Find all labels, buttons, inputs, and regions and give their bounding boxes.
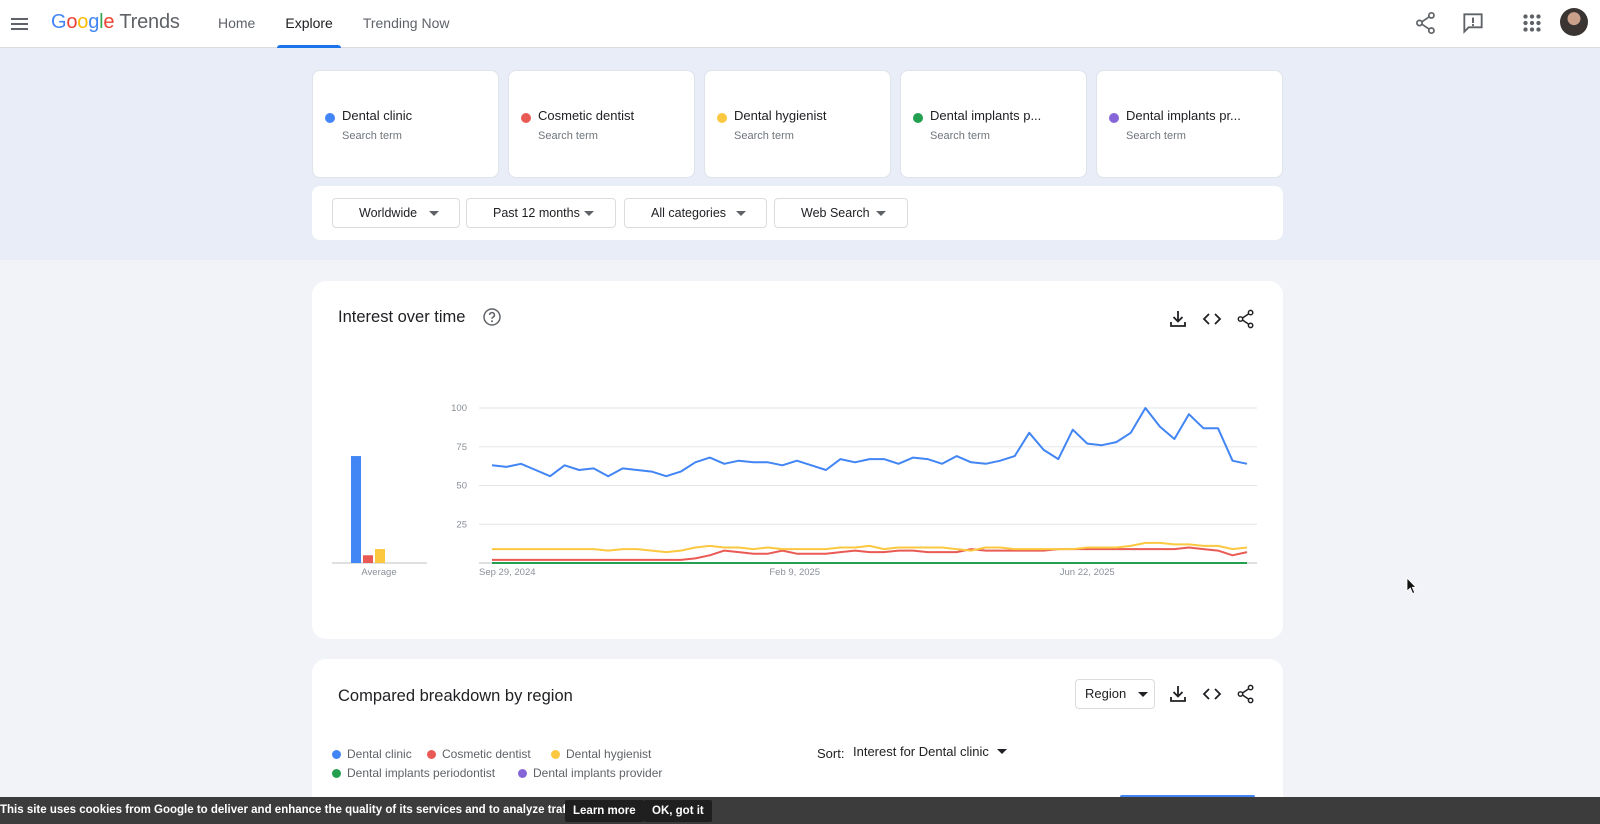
term-type: Search term	[930, 130, 990, 142]
x-tick-label: Feb 9, 2025	[769, 567, 820, 578]
term-type: Search term	[538, 130, 598, 142]
caret-down-icon	[429, 211, 439, 216]
download-icon[interactable]	[1167, 683, 1189, 705]
caret-down-icon	[736, 211, 746, 216]
search-property-filter[interactable]: Web Search	[774, 198, 908, 228]
tab-home[interactable]: Home	[210, 0, 263, 48]
region-breakdown-title: Compared breakdown by region	[338, 687, 573, 705]
average-bar-cosmetic-dentist	[363, 555, 373, 563]
feedback-icon[interactable]	[1460, 10, 1486, 36]
top-bar: Google Trends Home Explore Trending Now	[0, 0, 1600, 48]
caret-down-icon	[584, 211, 594, 216]
legend-item-dental-hygienist: Dental hygienist	[551, 747, 651, 761]
y-tick-label: 75	[456, 442, 467, 453]
legend-label: Dental hygienist	[566, 747, 652, 761]
term-name: Dental clinic	[342, 108, 413, 123]
term-color-dot	[717, 113, 727, 123]
legend-dot	[332, 769, 341, 778]
caret-down-icon	[1138, 692, 1148, 697]
legend-dot	[551, 750, 560, 759]
legend-dot	[332, 750, 341, 759]
term-type: Search term	[734, 130, 794, 142]
legend-label: Dental clinic	[347, 747, 412, 761]
legend-item-dental-implants-provider: Dental implants provider	[518, 766, 662, 780]
category-filter[interactable]: All categories	[624, 198, 767, 228]
chart-grid	[479, 407, 1257, 564]
term-color-dot	[1109, 113, 1119, 123]
caret-down-icon	[996, 749, 1007, 754]
mouse-cursor-icon	[1406, 577, 1417, 595]
sort-select-label: Interest for Dental clinic	[853, 744, 989, 759]
share-icon[interactable]	[1235, 683, 1257, 705]
hamburger-menu-icon[interactable]	[8, 12, 32, 36]
term-color-dot	[521, 113, 531, 123]
interest-over-time-chart: 100 75 50 25 Sep 29, 2024 Feb 9, 2025 Jun 22, …	[332, 403, 1257, 578]
tab-trending-now[interactable]: Trending Now	[355, 0, 458, 48]
legend-dot	[518, 769, 527, 778]
term-name: Dental implants p...	[930, 108, 1042, 123]
series-line-dental-hygienist	[492, 541, 1248, 554]
location-filter[interactable]: Worldwide	[332, 198, 460, 228]
term-card-dental-clinic[interactable]: Dental clinic Search term	[312, 70, 499, 178]
avatar[interactable]	[1560, 8, 1588, 36]
average-bar-dental-clinic	[351, 456, 361, 563]
google-trends-logo[interactable]: Google Trends	[51, 11, 180, 34]
sort-select[interactable]: Interest for Dental clinic	[853, 744, 1011, 759]
term-card-dental-implants-periodontist[interactable]: Dental implants p... Search term	[900, 70, 1087, 178]
main-nav: Home Explore Trending Now	[210, 0, 471, 48]
y-tick-label: 25	[456, 519, 467, 530]
caret-down-icon	[876, 211, 886, 216]
share-icon[interactable]	[1413, 10, 1439, 36]
sort-label: Sort:	[817, 746, 845, 761]
term-card-cosmetic-dentist[interactable]: Cosmetic dentist Search term	[508, 70, 695, 178]
average-bar-dental-hygienist	[375, 549, 385, 563]
region-resolution-label: Region	[1085, 686, 1127, 701]
average-bars	[332, 456, 427, 564]
legend-item-cosmetic-dentist: Cosmetic dentist	[427, 747, 531, 761]
ok-got-it-button[interactable]: OK, got it	[644, 800, 712, 822]
y-tick-label: 50	[456, 481, 467, 492]
term-type: Search term	[342, 130, 402, 142]
term-color-dot	[325, 113, 335, 123]
location-filter-label: Worldwide	[359, 206, 418, 220]
interest-over-time-card: Interest over time 100 75 50 25 Sep 29, 2024…	[312, 281, 1283, 639]
category-filter-label: All categories	[651, 206, 727, 220]
term-type: Search term	[1126, 130, 1186, 142]
learn-more-button[interactable]: Learn more	[565, 800, 644, 822]
tab-explore[interactable]: Explore	[277, 0, 342, 48]
term-card-dental-hygienist[interactable]: Dental hygienist Search term	[704, 70, 891, 178]
apps-grid-icon[interactable]	[1519, 10, 1545, 36]
term-name: Dental implants pr...	[1126, 108, 1241, 123]
filter-bar: Worldwide Past 12 months All categories …	[312, 186, 1283, 240]
search-property-filter-label: Web Search	[801, 206, 870, 220]
legend-item-dental-implants-periodontist: Dental implants periodontist	[332, 766, 495, 780]
legend-dot	[427, 750, 436, 759]
legend-item-dental-clinic: Dental clinic	[332, 747, 412, 761]
x-tick-label: Jun 22, 2025	[1060, 567, 1115, 578]
x-tick-label: Sep 29, 2024	[479, 567, 536, 578]
time-filter[interactable]: Past 12 months	[466, 198, 616, 228]
legend-label: Dental implants provider	[533, 766, 663, 780]
region-resolution-select[interactable]: Region	[1075, 679, 1155, 709]
term-name: Dental hygienist	[734, 108, 827, 123]
legend-label: Dental implants periodontist	[347, 766, 496, 780]
embed-code-icon[interactable]	[1201, 683, 1223, 705]
term-color-dot	[913, 113, 923, 123]
term-card-dental-implants-provider[interactable]: Dental implants pr... Search term	[1096, 70, 1283, 178]
series-line-dental-clinic	[491, 407, 1248, 478]
average-label: Average	[361, 567, 396, 578]
cookie-banner: This site uses cookies from Google to de…	[0, 797, 1600, 824]
term-name: Cosmetic dentist	[538, 108, 635, 123]
cookie-banner-text: This site uses cookies from Google to de…	[0, 804, 583, 816]
time-filter-label: Past 12 months	[493, 206, 580, 220]
legend-label: Cosmetic dentist	[442, 747, 531, 761]
y-tick-label: 100	[451, 403, 467, 414]
